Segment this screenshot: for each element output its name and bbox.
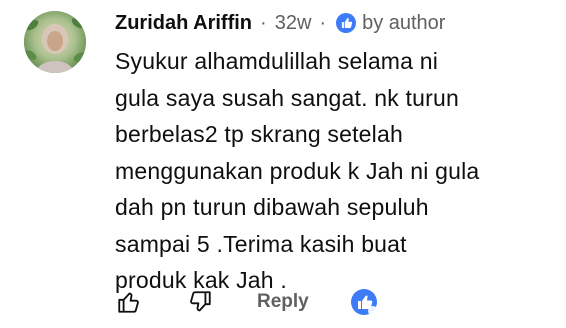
by-author-label: by author xyxy=(362,11,446,34)
avatar[interactable] xyxy=(24,11,86,73)
timestamp[interactable]: 32w xyxy=(275,12,312,35)
thumbs-up-icon xyxy=(118,292,139,313)
comment-body: Zuridah Ariffin · 32w · by author Syukur… xyxy=(115,9,555,299)
thumbs-up-creator-badge-icon xyxy=(350,289,378,316)
author-name[interactable]: Zuridah Ariffin xyxy=(115,12,252,35)
like-button[interactable] xyxy=(115,288,143,316)
separator-dot: · xyxy=(260,11,267,34)
comment-actions: Reply xyxy=(115,282,379,322)
reply-button[interactable]: Reply xyxy=(257,291,309,313)
dislike-button[interactable] xyxy=(186,288,214,316)
separator-dot: · xyxy=(319,11,327,34)
avatar-photo-icon xyxy=(24,11,86,73)
thumbs-down-icon xyxy=(190,291,211,312)
comment-thread: Zuridah Ariffin · 32w · by author Syukur… xyxy=(0,0,566,328)
creator-like-button[interactable] xyxy=(349,287,379,317)
comment-text: Syukur alhamdulillah selama ni gula saya… xyxy=(115,48,480,293)
comment-header: Zuridah Ariffin · 32w · by author xyxy=(115,9,555,37)
creator-heart-badge-icon xyxy=(336,13,357,33)
